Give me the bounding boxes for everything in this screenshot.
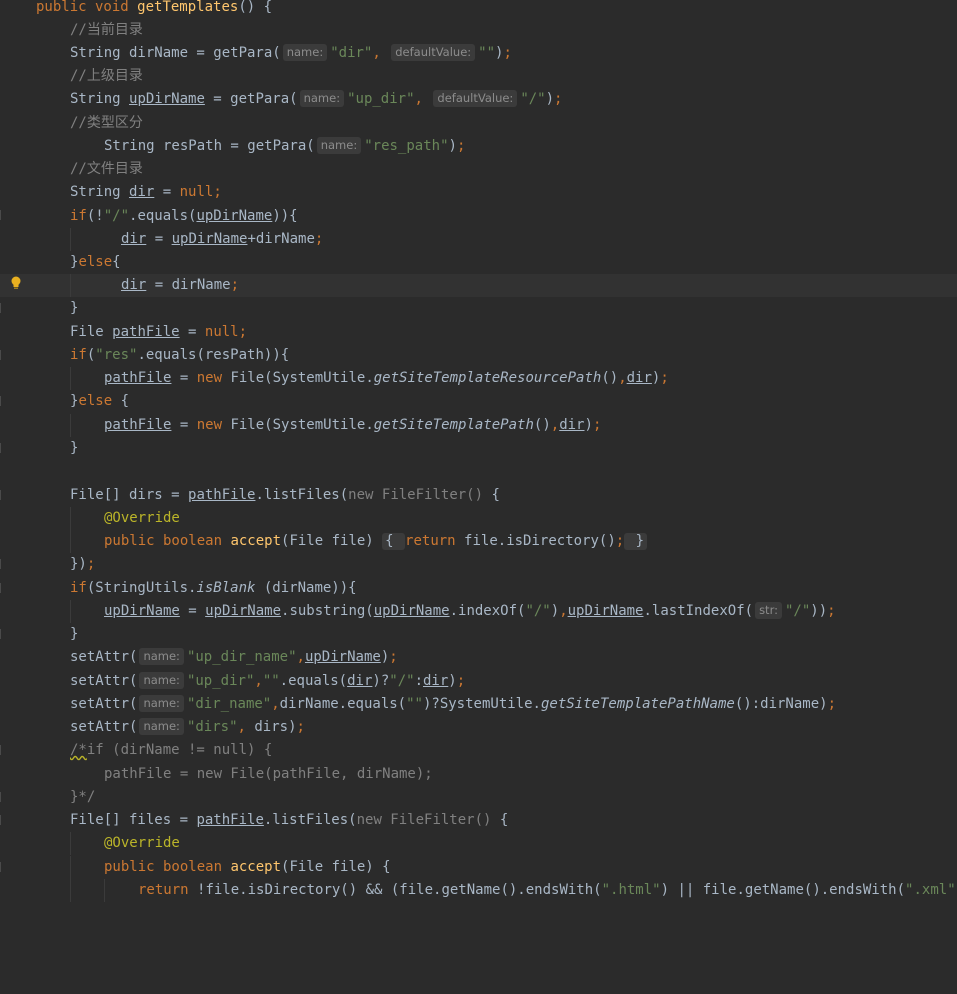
fold-marker[interactable] [0,350,5,360]
code-line: }*/ [70,789,96,805]
fold-marker[interactable] [0,303,5,313]
code-line: upDirName = upDirName.substring(upDirNam… [0,600,957,623]
code-line: @Override [0,507,957,530]
code-line: }); [70,556,96,572]
code-line: setAttr(name: "up_dir","".equals(dir)?"/"… [70,672,466,689]
code-line: setAttr(name: "dir_name",dirName.equals("… [70,695,837,712]
lightbulb-icon[interactable] [10,276,22,290]
fold-marker[interactable] [0,583,5,593]
code-line: //上级目录 [70,68,143,84]
param-hint: str: [755,602,782,619]
fold-marker[interactable] [0,629,5,639]
code-line: }else{ [70,254,121,270]
code-line: } [70,440,79,456]
code-line: String resPath = getPara(name: "res_path"… [104,137,466,154]
param-hint: name: [139,718,184,735]
code-line: //当前目录 [70,22,143,38]
code-line: //类型区分 [70,115,143,131]
fold-marker[interactable] [0,862,5,872]
code-line: File pathFile = null; [70,324,248,340]
code-line-current: dir = dirName; [0,274,957,297]
code-line: public void getTemplates() { [36,0,273,15]
code-line: public boolean accept(File file) { retur… [0,530,957,553]
code-editor[interactable]: public void getTemplates() { //当前目录 Stri… [0,0,957,902]
code-line: }else { [70,393,130,409]
fold-marker[interactable] [0,792,5,802]
code-line: public boolean accept(File file) { [0,856,957,879]
fold-marker[interactable] [0,396,5,406]
code-line: //文件目录 [70,161,143,177]
code-line: /*if (dirName != null) { [70,742,273,758]
param-hint: name: [139,695,184,712]
code-line: pathFile = new File(SystemUtile.getSiteT… [0,414,957,437]
code-line: if(StringUtils.isBlank (dirName)){ [70,580,357,596]
code-line: } [70,626,79,642]
param-hint: name: [139,648,184,665]
code-line: dir = upDirName+dirName; [0,228,957,251]
code-line: } [70,300,79,316]
code-line: @Override [0,832,957,855]
param-hint: name: [282,44,328,61]
code-line: File[] files = pathFile.listFiles(new Fi… [70,812,509,828]
code-line: setAttr(name: "up_dir_name",upDirName); [70,648,398,665]
param-hint: name: [299,90,345,107]
code-line: File[] dirs = pathFile.listFiles(new Fil… [70,487,500,503]
code-line: String dirName = getPara(name: "dir", def… [70,44,512,61]
code-line: setAttr(name: "dirs", dirs); [70,718,305,735]
fold-marker[interactable] [0,559,5,569]
code-line: pathFile = new File(SystemUtile.getSiteT… [0,367,957,390]
code-line: String upDirName = getPara(name: "up_dir"… [70,90,563,107]
fold-marker[interactable] [0,815,5,825]
fold-marker[interactable] [0,443,5,453]
fold-marker[interactable] [0,745,5,755]
param-hint: defaultValue: [391,44,476,61]
param-hint: name: [316,137,362,154]
code-line: return !file.isDirectory() && (file.getN… [0,879,957,902]
code-line: if("res".equals(resPath)){ [70,347,290,363]
param-hint: defaultValue: [433,90,518,107]
code-line: String dir = null; [70,184,222,200]
fold-marker[interactable] [0,210,5,220]
code-line: pathFile = new File(pathFile, dirName); [104,766,433,782]
code-line: if(!"/".equals(upDirName)){ [70,208,298,224]
fold-marker[interactable] [0,490,5,500]
param-hint: name: [139,672,184,689]
